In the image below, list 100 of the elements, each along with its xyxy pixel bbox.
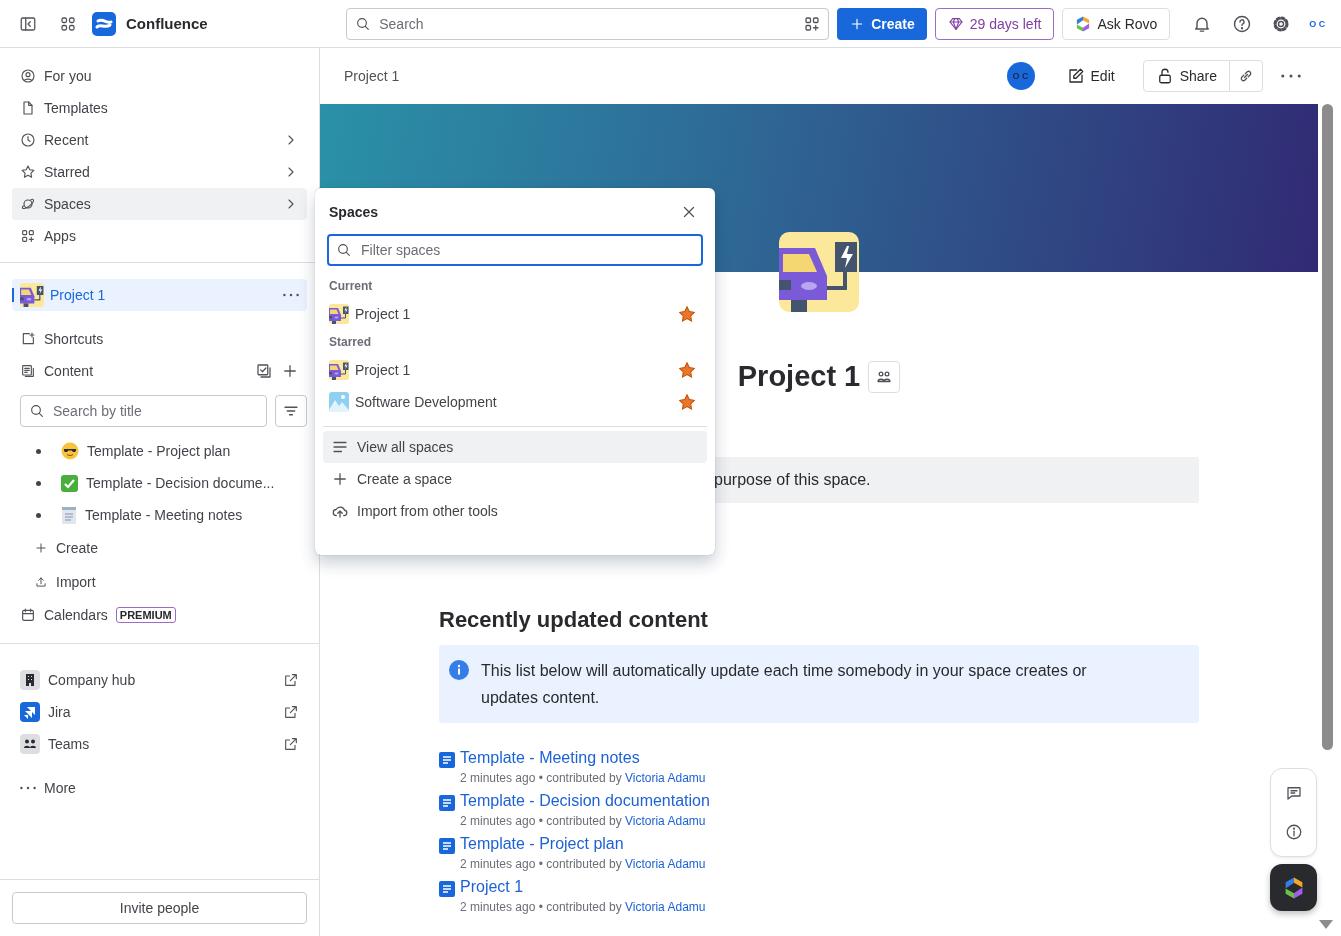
sidebar-item[interactable]: Shortcuts	[12, 323, 307, 355]
space-link[interactable]: Project 1	[355, 306, 673, 322]
invite-people-button[interactable]: Invite people	[12, 892, 307, 924]
app-name: Confluence	[126, 15, 208, 32]
shortcut-icon	[20, 331, 36, 347]
external-link-icon[interactable]	[283, 736, 299, 752]
sidebar-action[interactable]: Create	[34, 531, 319, 565]
calendar-icon	[20, 607, 36, 623]
building-icon	[20, 670, 40, 690]
page-link[interactable]: Template - Meeting notes	[460, 749, 640, 766]
bullet	[36, 448, 41, 454]
space-link[interactable]: Project 1	[355, 362, 673, 378]
document-icon	[20, 100, 36, 116]
note-text: purpose of this space.	[714, 471, 871, 489]
document-icon	[439, 881, 455, 897]
space-link[interactable]: Software Development	[355, 394, 673, 410]
sidebar-item[interactable]: Calendars	[44, 607, 108, 623]
person-icon	[20, 68, 36, 84]
sidebar-action[interactable]: Import	[34, 565, 319, 599]
popover-action[interactable]: Import from other tools	[323, 495, 707, 527]
sidebar-toggle-icon	[19, 14, 37, 33]
info-icon	[1284, 823, 1303, 842]
external-link-icon[interactable]	[283, 704, 299, 720]
pages-icon	[20, 363, 36, 379]
author-link[interactable]: Victoria Adamu	[625, 857, 706, 871]
mountains-space-icon	[329, 392, 349, 412]
rovo-logo-icon	[1075, 15, 1092, 32]
checkbox-icon[interactable]	[255, 362, 273, 380]
sidebar-item[interactable]: Starred	[12, 156, 307, 188]
popover-action[interactable]: Create a space	[323, 463, 707, 495]
rovo-chat-button[interactable]	[1270, 864, 1317, 911]
sidebar-item[interactable]: Company hub	[48, 672, 275, 688]
create-button[interactable]: Create	[837, 7, 927, 40]
more-icon	[1281, 74, 1301, 78]
update-meta: 2 minutes ago • contributed by Victoria Adamu	[460, 857, 706, 871]
confluence-logo-icon[interactable]	[92, 11, 116, 36]
plus-icon	[34, 541, 48, 555]
sidebar-item[interactable]: Content	[12, 355, 307, 387]
premium-badge: PREMIUM	[115, 607, 176, 623]
bullet	[36, 480, 41, 486]
star-icon[interactable]	[679, 306, 695, 322]
filter-button[interactable]	[275, 395, 307, 427]
info-message: This list below will automatically update each time somebody in your space creates or updates content.	[481, 661, 1088, 708]
page-link[interactable]: Template - Decision documentation	[460, 792, 710, 809]
jira-logo-icon	[20, 702, 40, 722]
search-field[interactable]: Search	[346, 7, 830, 40]
upload-icon	[34, 575, 48, 589]
profile-avatar[interactable]: O C	[1305, 11, 1329, 36]
car-space-icon	[329, 304, 349, 324]
filter-spaces-field[interactable]: Filter spaces	[327, 234, 703, 266]
page-link[interactable]: Template - Decision docume...	[86, 475, 275, 491]
author-link[interactable]: Victoria Adamu	[625, 771, 706, 785]
space-item[interactable]: Project 1	[12, 279, 307, 311]
ask-rovo-button[interactable]: Ask Rovo	[1062, 7, 1171, 40]
sidebar-item[interactable]: Recent	[12, 124, 307, 156]
sidebar-item[interactable]: For you	[12, 60, 307, 92]
apps-add-icon[interactable]	[803, 14, 822, 33]
trial-button[interactable]: 29 days left	[934, 7, 1055, 40]
apps-icon	[20, 228, 36, 244]
info-icon	[449, 660, 469, 680]
update-meta: 2 minutes ago • contributed by Victoria Adamu	[460, 771, 706, 785]
star-icon	[20, 164, 36, 180]
popover-title: Spaces	[329, 204, 379, 220]
clock-icon	[20, 132, 36, 148]
page-link[interactable]: Template - Project plan	[87, 443, 231, 459]
sidebar-item[interactable]: More	[44, 780, 76, 796]
star-icon[interactable]	[679, 362, 695, 378]
star-icon[interactable]	[679, 394, 695, 410]
author-link[interactable]: Victoria Adamu	[625, 814, 706, 828]
section-heading: Recently updated content	[439, 607, 709, 633]
sidebar-item[interactable]: Jira	[48, 704, 275, 720]
external-link-icon[interactable]	[283, 672, 299, 688]
pencil-icon	[1066, 67, 1085, 85]
sunglasses-emoji-icon	[61, 442, 79, 460]
author-link[interactable]: Victoria Adamu	[625, 900, 706, 914]
sidebar-item[interactable]: Templates	[12, 92, 307, 124]
document-icon	[439, 795, 455, 811]
title-search-field[interactable]: Search by title	[20, 395, 267, 427]
update-meta: 2 minutes ago • contributed by Victoria Adamu	[460, 900, 706, 914]
page-link[interactable]: Template - Project plan	[460, 835, 624, 852]
page-link[interactable]: Project 1	[460, 878, 524, 895]
plus-icon[interactable]	[281, 362, 299, 380]
bullet	[36, 512, 41, 518]
popover-action[interactable]: View all spaces	[323, 431, 707, 463]
people-button[interactable]	[868, 360, 901, 393]
document-icon	[439, 838, 455, 854]
edit-button[interactable]: Edit	[1054, 60, 1127, 92]
help-icon	[1231, 13, 1252, 34]
scrollbar-thumb[interactable]	[1322, 104, 1333, 750]
group-heading: Current	[329, 279, 373, 293]
page-link[interactable]: Template - Meeting notes	[85, 507, 243, 523]
group-heading: Starred	[329, 335, 372, 349]
sidebar-item[interactable]: Teams	[48, 736, 275, 752]
search-icon	[29, 403, 45, 419]
search-icon	[355, 15, 372, 32]
sidebar-item[interactable]: Apps	[12, 220, 307, 252]
car-space-icon	[329, 360, 349, 380]
scroll-down-icon[interactable]	[1319, 920, 1333, 930]
sidebar-item[interactable]: Spaces	[12, 188, 307, 220]
breadcrumb[interactable]: Project 1	[344, 68, 999, 84]
